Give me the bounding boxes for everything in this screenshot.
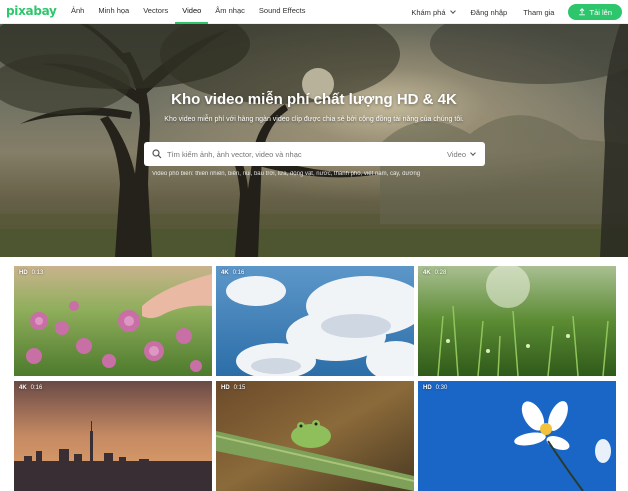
video-thumbnail — [418, 381, 616, 491]
nav-video[interactable]: Video — [175, 0, 209, 24]
video-card[interactable]: 4K 0:28 — [418, 266, 616, 376]
upload-button[interactable]: Tải lên — [568, 4, 622, 20]
nav-sound-effects[interactable]: Sound Effects — [252, 0, 313, 24]
video-meta-badge: 4K 0:16 — [19, 385, 43, 391]
login-link[interactable]: Đăng nhập — [463, 8, 516, 17]
hero-title: Kho video miễn phí chất lượng HD & 4K — [171, 91, 457, 108]
chevron-down-icon — [470, 149, 476, 156]
video-thumbnail — [216, 266, 414, 376]
video-meta-badge: 4K 0:16 — [221, 270, 245, 276]
nav-illustrations[interactable]: Minh họa — [91, 0, 136, 24]
explore-label: Khám phá — [411, 7, 446, 17]
video-meta-badge: 4K 0:28 — [423, 270, 447, 276]
video-thumbnail — [216, 381, 414, 491]
video-meta-badge: HD 0:13 — [19, 270, 44, 276]
video-meta-badge: HD 0:15 — [221, 385, 246, 391]
video-thumbnail — [418, 266, 616, 376]
popular-tags[interactable]: Video phổ biến: thiên nhiên, biển, núi, … — [152, 171, 482, 177]
upload-label: Tải lên — [589, 7, 612, 17]
pixabay-logo[interactable]: pixabay — [6, 4, 57, 18]
nav-photos[interactable]: Ảnh — [64, 0, 91, 24]
join-link[interactable]: Tham gia — [515, 8, 562, 17]
upload-icon — [579, 8, 586, 16]
search-input[interactable] — [167, 149, 447, 159]
nav-vectors[interactable]: Vectors — [136, 0, 175, 24]
nav-music[interactable]: Âm nhạc — [208, 0, 252, 24]
search-type-dropdown[interactable]: Video — [447, 150, 485, 159]
video-thumbnail — [14, 381, 212, 491]
video-card[interactable]: 4K 0:16 — [216, 266, 414, 376]
hero-subtitle: Kho video miễn phí với hàng ngàn video c… — [164, 116, 464, 123]
hero-banner: Kho video miễn phí chất lượng HD & 4K Kh… — [0, 24, 628, 257]
search-icon — [152, 149, 162, 159]
search-type-label: Video — [446, 149, 466, 159]
chevron-down-icon — [449, 7, 456, 14]
video-card[interactable]: HD 0:13 — [14, 266, 212, 376]
video-card[interactable]: HD 0:30 — [418, 381, 616, 491]
video-thumbnail — [14, 266, 212, 376]
main-nav: Ảnh Minh họa Vectors Video Âm nhạc Sound… — [64, 0, 312, 24]
video-card[interactable]: 4K 0:16 — [14, 381, 212, 491]
hero-overlay — [0, 24, 628, 257]
explore-dropdown[interactable]: Khám phá — [403, 8, 462, 17]
video-meta-badge: HD 0:30 — [423, 385, 448, 391]
video-card[interactable]: HD 0:15 — [216, 381, 414, 491]
top-navbar: pixabay Ảnh Minh họa Vectors Video Âm nh… — [0, 0, 628, 24]
right-nav: Khám phá Đăng nhập Tham gia Tải lên — [403, 0, 622, 24]
search-bar: Video — [144, 142, 485, 166]
